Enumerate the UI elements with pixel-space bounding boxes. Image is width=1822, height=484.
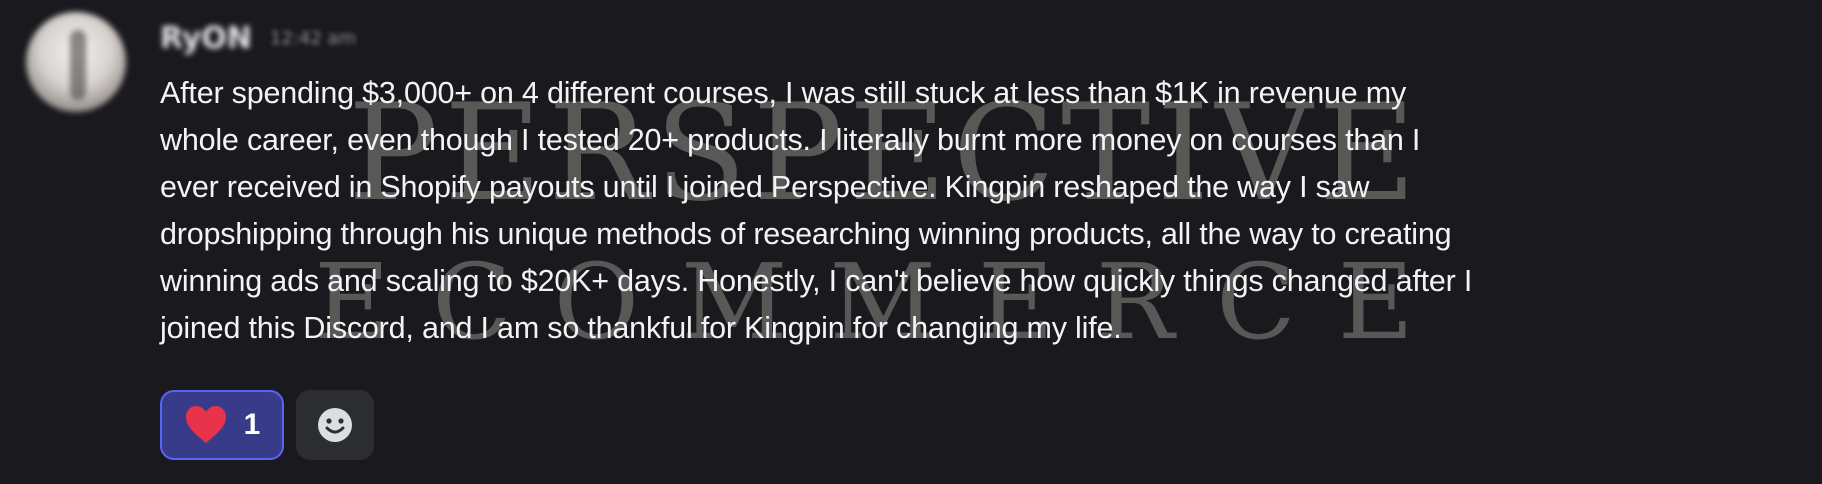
chat-message: RyON 12:42 am PERSPECTIVE ECOMMERCE Afte…	[0, 0, 1822, 484]
reaction-heart[interactable]: 1	[160, 390, 284, 460]
author-name[interactable]: RyON	[160, 21, 252, 56]
reactions-bar: 1	[160, 390, 374, 460]
message-content: After spending $3,000+ on 4 different co…	[160, 76, 1473, 345]
smile-icon	[318, 408, 352, 442]
message-timestamp: 12:42 am	[269, 27, 357, 49]
reaction-count: 1	[243, 408, 261, 441]
heart-icon	[185, 406, 226, 443]
message-header: RyON 12:42 am	[160, 18, 356, 58]
add-reaction-button[interactable]	[296, 390, 374, 460]
avatar[interactable]	[26, 12, 126, 112]
